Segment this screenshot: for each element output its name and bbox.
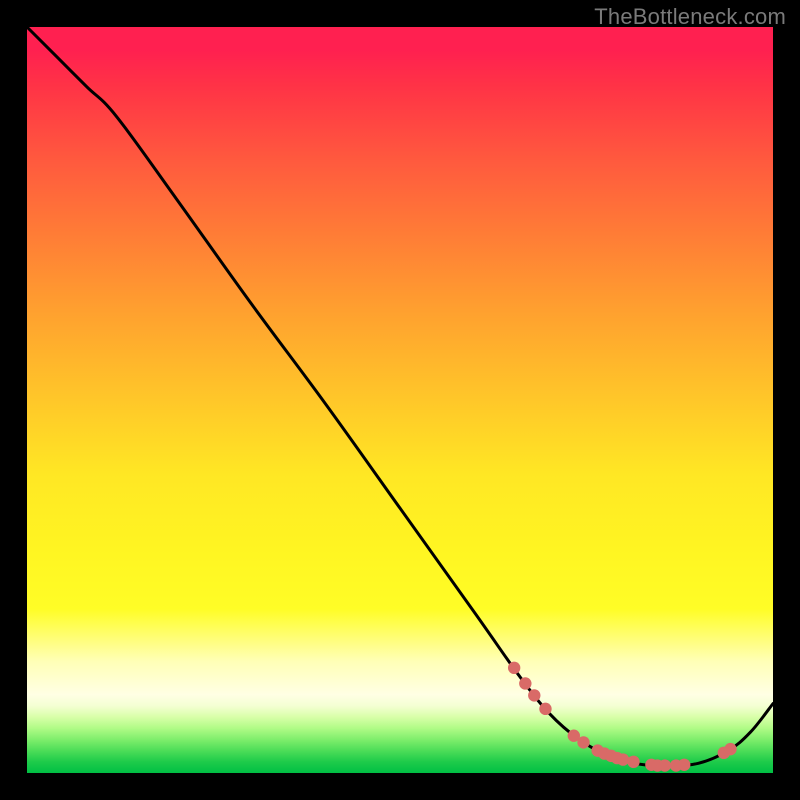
curve-svg [27, 27, 773, 773]
chart-frame: TheBottleneck.com [0, 0, 800, 800]
data-marker [539, 703, 551, 715]
data-marker [508, 662, 520, 674]
data-marker [519, 677, 531, 689]
data-markers [508, 662, 737, 772]
bottleneck-curve [27, 27, 773, 766]
data-marker [724, 743, 736, 755]
data-marker [617, 753, 629, 765]
data-marker [528, 689, 540, 701]
data-marker [627, 756, 639, 768]
data-marker [577, 736, 589, 748]
watermark-text: TheBottleneck.com [594, 4, 786, 30]
data-marker [659, 759, 671, 771]
data-marker [678, 759, 690, 771]
plot-area [27, 27, 773, 773]
